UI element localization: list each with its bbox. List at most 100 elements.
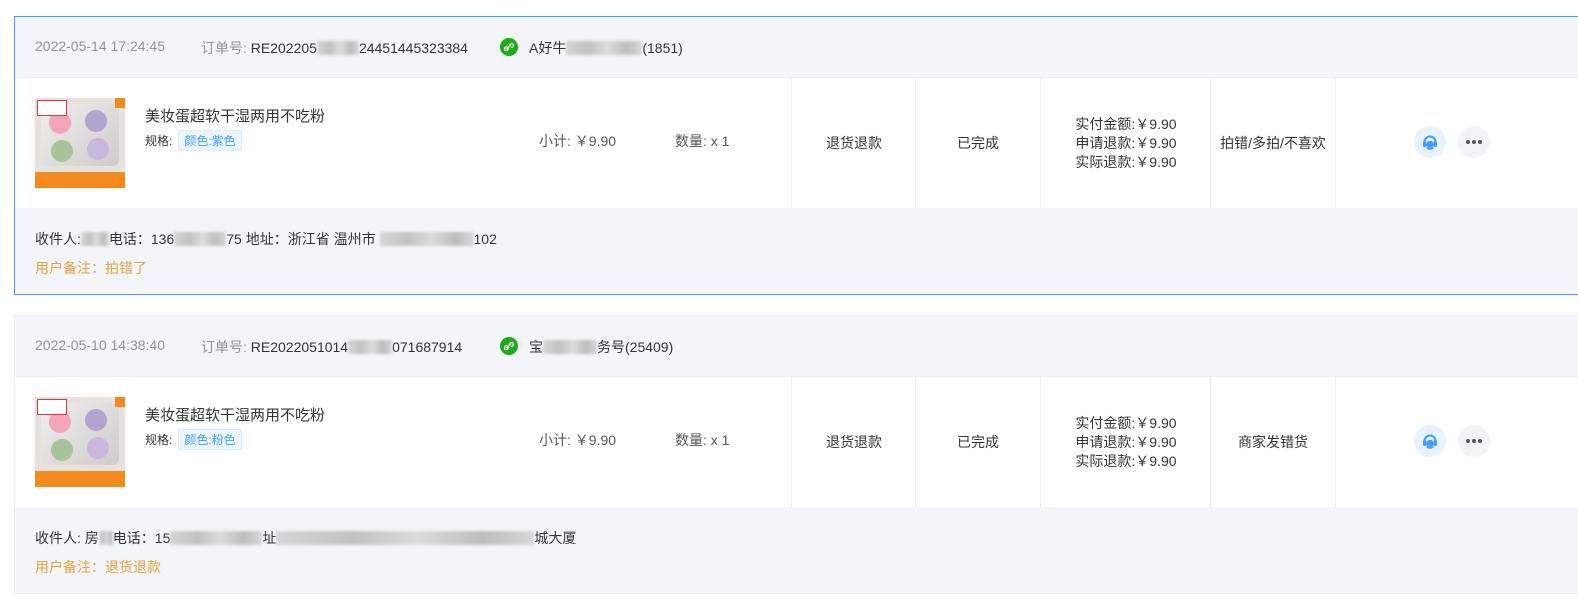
shop-name-end: (1851) (642, 40, 683, 56)
redacted-mosaic (276, 531, 535, 545)
order-number-end: 24451445323384 (358, 40, 468, 56)
paid-amount: 实付金额:￥9.90 (1075, 115, 1177, 132)
user-note: 用户备注：退货退款 (35, 559, 161, 575)
quantity-label: 数量: (675, 133, 707, 149)
order-actions (1335, 377, 1578, 507)
paid-amount: 实付金额:￥9.90 (1075, 414, 1177, 431)
order-header: 2022-05-14 17:24:45 订单号: RE202205 2445144… (15, 17, 1578, 78)
shop-name: 宝 务号(25409) (529, 337, 673, 357)
product-image-tag (37, 399, 67, 415)
actual-refund: 实际退款:￥9.90 (1075, 452, 1177, 469)
customer-service-icon (1423, 135, 1437, 150)
refund-amounts: 实付金额:￥9.90 申请退款:￥9.90 实际退款:￥9.90 (1040, 78, 1211, 208)
order-number: 订单号: RE2022051014 071687914 (201, 337, 462, 357)
customer-service-icon (1423, 434, 1437, 449)
redacted-mosaic (316, 41, 359, 55)
redacted-mosaic (170, 531, 263, 545)
order-number-label: 订单号: (201, 339, 247, 355)
refund-status: 已完成 (915, 377, 1040, 507)
quantity-value: x 1 (710, 133, 730, 149)
order-footer: 收件人: 电话：136 75 地址：浙江省 温州市 102 用户备注：拍错了 (15, 208, 1578, 294)
subtotal: 小计: ￥9.90 (539, 131, 616, 151)
shop-name-start: A好牛 (529, 40, 567, 56)
subtotal-value: ￥9.90 (574, 432, 617, 448)
order-header: 2022-05-10 14:38:40 订单号: RE2022051014 071… (15, 316, 1578, 377)
product-image-banner (35, 471, 125, 487)
product-image[interactable] (35, 397, 125, 487)
product-image-puff (85, 110, 107, 132)
receiver-info: 收件人: 电话：136 75 地址：浙江省 温州市 102 (35, 229, 497, 249)
refund-status: 已完成 (915, 78, 1040, 208)
redacted-mosaic (348, 340, 393, 354)
quantity-label: 数量: (675, 432, 707, 448)
receiver-part: 电话：136 (108, 231, 175, 247)
customer-service-button[interactable] (1414, 425, 1446, 457)
product-image-puff (87, 138, 109, 160)
receiver-info: 收件人: 房电话：15 址 城大厦 (35, 528, 576, 548)
order-time: 2022-05-10 14:38:40 (35, 337, 165, 353)
product-name[interactable]: 美妆蛋超软干湿两用不吃粉 (145, 105, 325, 126)
receiver-part: 收件人: 房 (35, 530, 99, 546)
redacted-mosaic (566, 41, 643, 55)
order-number: 订单号: RE202205 24451445323384 (201, 38, 468, 58)
more-icon (1466, 140, 1482, 144)
quantity: 数量: x 1 (675, 131, 729, 151)
wechat-miniprogram-icon (500, 337, 518, 355)
shop-name-start: 宝 (529, 339, 543, 355)
redacted-mosaic (80, 232, 109, 246)
order-card[interactable]: 2022-05-10 14:38:40 订单号: RE2022051014 071… (14, 315, 1578, 594)
quantity: 数量: x 1 (675, 430, 729, 450)
refund-type: 退货退款 (791, 78, 916, 208)
receiver-part: 75 地址：浙江省 温州市 (226, 231, 380, 247)
shop-name-end: 务号(25409) (597, 339, 674, 355)
refund-type: 退货退款 (791, 377, 916, 507)
requested-refund: 申请退款:￥9.90 (1075, 433, 1177, 450)
refund-reason: 商家发错货 (1210, 377, 1335, 507)
order-number-end: 071687914 (392, 339, 463, 355)
more-button[interactable] (1458, 425, 1490, 457)
product-image-puff (51, 439, 73, 461)
spec-tag: 颜色:粉色 (178, 429, 242, 450)
customer-service-button[interactable] (1414, 126, 1446, 158)
redacted-mosaic (174, 232, 227, 246)
product-image[interactable] (35, 98, 125, 188)
order-card[interactable]: 2022-05-14 17:24:45 订单号: RE202205 2445144… (14, 16, 1578, 295)
receiver-part: 102 (473, 231, 497, 247)
actual-refund: 实际退款:￥9.90 (1075, 153, 1177, 170)
product-image-puff (51, 140, 73, 162)
order-actions (1335, 78, 1578, 208)
order-number-start: RE2022051014 (250, 339, 349, 355)
order-time: 2022-05-14 17:24:45 (35, 38, 165, 54)
receiver-part: 电话：15 (112, 530, 171, 546)
more-button[interactable] (1458, 126, 1490, 158)
refund-amounts: 实付金额:￥9.90 申请退款:￥9.90 实际退款:￥9.90 (1040, 377, 1211, 507)
redacted-mosaic (543, 340, 597, 354)
subtotal-value: ￥9.90 (574, 133, 617, 149)
quantity-value: x 1 (710, 432, 730, 448)
product-spec: 规格: 颜色:紫色 (145, 130, 242, 151)
product-image-banner (35, 172, 125, 188)
order-number-label: 订单号: (201, 40, 247, 56)
product-image-puff (85, 409, 107, 431)
order-body: 美妆蛋超软干湿两用不吃粉 规格: 颜色:粉色 小计: ￥9.90 数量: x 1 … (15, 377, 1578, 507)
product-image-puff (87, 437, 109, 459)
order-body: 美妆蛋超软干湿两用不吃粉 规格: 颜色:紫色 小计: ￥9.90 数量: x 1 … (15, 78, 1578, 208)
product-image-corner (115, 98, 125, 108)
spec-label: 规格: (145, 433, 173, 447)
refund-reason: 拍错/多拍/不喜欢 (1210, 78, 1335, 208)
redacted-mosaic (379, 232, 474, 246)
product-name[interactable]: 美妆蛋超软干湿两用不吃粉 (145, 404, 325, 425)
subtotal-label: 小计: (539, 133, 571, 149)
order-footer: 收件人: 房电话：15 址 城大厦 用户备注：退货退款 (15, 507, 1578, 593)
order-number-start: RE202205 (250, 40, 317, 56)
requested-refund: 申请退款:￥9.90 (1075, 134, 1177, 151)
receiver-part: 收件人: (35, 231, 81, 247)
subtotal-label: 小计: (539, 432, 571, 448)
wechat-miniprogram-icon (500, 38, 518, 56)
product-image-corner (115, 397, 125, 407)
more-icon (1466, 439, 1482, 443)
user-note: 用户备注：拍错了 (35, 260, 147, 276)
subtotal: 小计: ￥9.90 (539, 430, 616, 450)
product-spec: 规格: 颜色:粉色 (145, 429, 242, 450)
redacted-mosaic (98, 531, 113, 545)
